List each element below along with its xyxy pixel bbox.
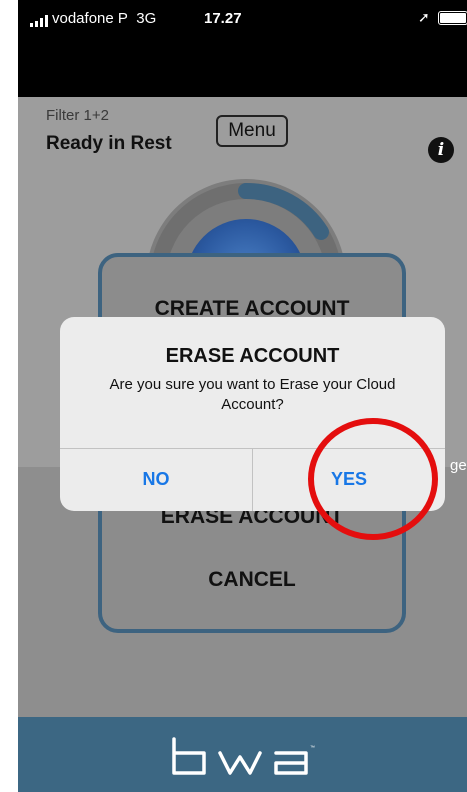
- signal-icon: [30, 15, 48, 27]
- bwa-logo: ™: [172, 737, 315, 775]
- alert-no-button[interactable]: NO: [60, 448, 252, 511]
- phone-screen: vodafone P 3G 17.27 ➚ Filter 1+2 Ready i…: [18, 0, 467, 792]
- info-icon[interactable]: i: [428, 137, 454, 163]
- alert-title: ERASE ACCOUNT: [165, 345, 340, 367]
- battery-icon: [438, 11, 467, 25]
- filter-label: Filter 1+2: [46, 107, 109, 124]
- menu-button[interactable]: Menu: [216, 115, 288, 147]
- cancel-button[interactable]: CANCEL: [102, 568, 402, 592]
- svg-text:™: ™: [310, 745, 315, 751]
- footer-bar: ™: [18, 717, 467, 792]
- partial-background-text: ge: [450, 457, 467, 474]
- highlight-circle-annotation: [308, 418, 438, 540]
- filter-status: Ready in Rest: [46, 133, 172, 154]
- status-bar: vodafone P 3G 17.27 ➚: [18, 0, 467, 38]
- status-time: 17.27: [204, 10, 242, 27]
- location-arrow-icon: ➚: [418, 9, 430, 25]
- carrier-network: vodafone P 3G: [52, 10, 157, 27]
- alert-message: Are you sure you want to Erase your Clou…: [109, 376, 396, 413]
